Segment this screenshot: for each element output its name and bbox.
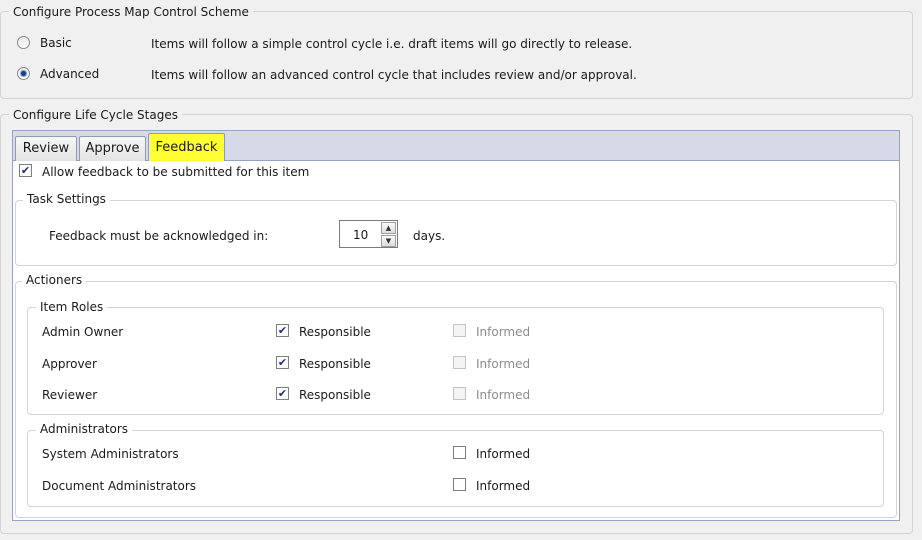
reviewer-responsible-label[interactable]: Responsible	[299, 388, 371, 402]
role-reviewer-name: Reviewer	[42, 388, 98, 402]
approver-informed-checkbox	[453, 356, 466, 369]
basic-radio[interactable]	[17, 36, 30, 49]
control-scheme-title: Configure Process Map Control Scheme	[9, 5, 253, 19]
system-administrators-informed-checkbox[interactable]	[453, 446, 466, 459]
reviewer-responsible-checkbox[interactable]: ✔	[276, 387, 289, 400]
tab-approve[interactable]: Approve	[79, 136, 146, 162]
check-icon: ✔	[277, 324, 288, 337]
reviewer-informed-label: Informed	[476, 388, 531, 402]
admin-owner-informed-label: Informed	[476, 325, 531, 339]
admin-owner-responsible-label[interactable]: Responsible	[299, 325, 371, 339]
tab-review[interactable]: Review	[15, 136, 77, 162]
check-icon: ✔	[20, 164, 31, 177]
document-administrators-name: Document Administrators	[42, 479, 197, 493]
acknowledge-label: Feedback must be acknowledged in:	[49, 229, 269, 243]
system-administrators-informed-label[interactable]: Informed	[476, 447, 530, 461]
acknowledge-days-stepper[interactable]: 10 ▲ ▼	[339, 220, 398, 248]
acknowledge-days-value[interactable]: 10	[353, 228, 368, 242]
control-scheme-group	[0, 11, 913, 99]
approver-responsible-checkbox[interactable]: ✔	[276, 356, 289, 369]
advanced-radio[interactable]	[17, 67, 30, 80]
administrators-group	[27, 430, 884, 507]
spin-down-icon[interactable]: ▼	[381, 235, 396, 247]
administrators-title: Administrators	[36, 422, 133, 436]
document-administrators-informed-checkbox[interactable]	[453, 478, 466, 491]
lifecycle-title: Configure Life Cycle Stages	[9, 108, 182, 122]
admin-owner-responsible-checkbox[interactable]: ✔	[276, 324, 289, 337]
allow-feedback-checkbox[interactable]: ✔	[19, 164, 32, 177]
basic-description: Items will follow a simple control cycle…	[151, 37, 633, 51]
reviewer-informed-checkbox	[453, 387, 466, 400]
admin-owner-informed-checkbox	[453, 324, 466, 337]
role-admin-owner-name: Admin Owner	[42, 325, 124, 339]
advanced-description: Items will follow an advanced control cy…	[151, 68, 637, 82]
advanced-label[interactable]: Advanced	[40, 67, 99, 81]
check-icon: ✔	[277, 356, 288, 369]
actioners-title: Actioners	[22, 273, 87, 287]
item-roles-title: Item Roles	[36, 300, 108, 314]
basic-label[interactable]: Basic	[40, 36, 72, 50]
task-settings-title: Task Settings	[23, 192, 110, 206]
system-administrators-name: System Administrators	[42, 447, 179, 461]
tab-feedback[interactable]: Feedback	[148, 133, 225, 162]
approver-informed-label: Informed	[476, 357, 531, 371]
allow-feedback-label[interactable]: Allow feedback to be submitted for this …	[42, 165, 309, 179]
check-icon: ✔	[277, 387, 288, 400]
approver-responsible-label[interactable]: Responsible	[299, 357, 371, 371]
document-administrators-informed-label[interactable]: Informed	[476, 479, 530, 493]
spin-up-icon[interactable]: ▲	[381, 222, 396, 234]
acknowledge-unit: days.	[413, 229, 446, 243]
role-approver-name: Approver	[42, 357, 97, 371]
